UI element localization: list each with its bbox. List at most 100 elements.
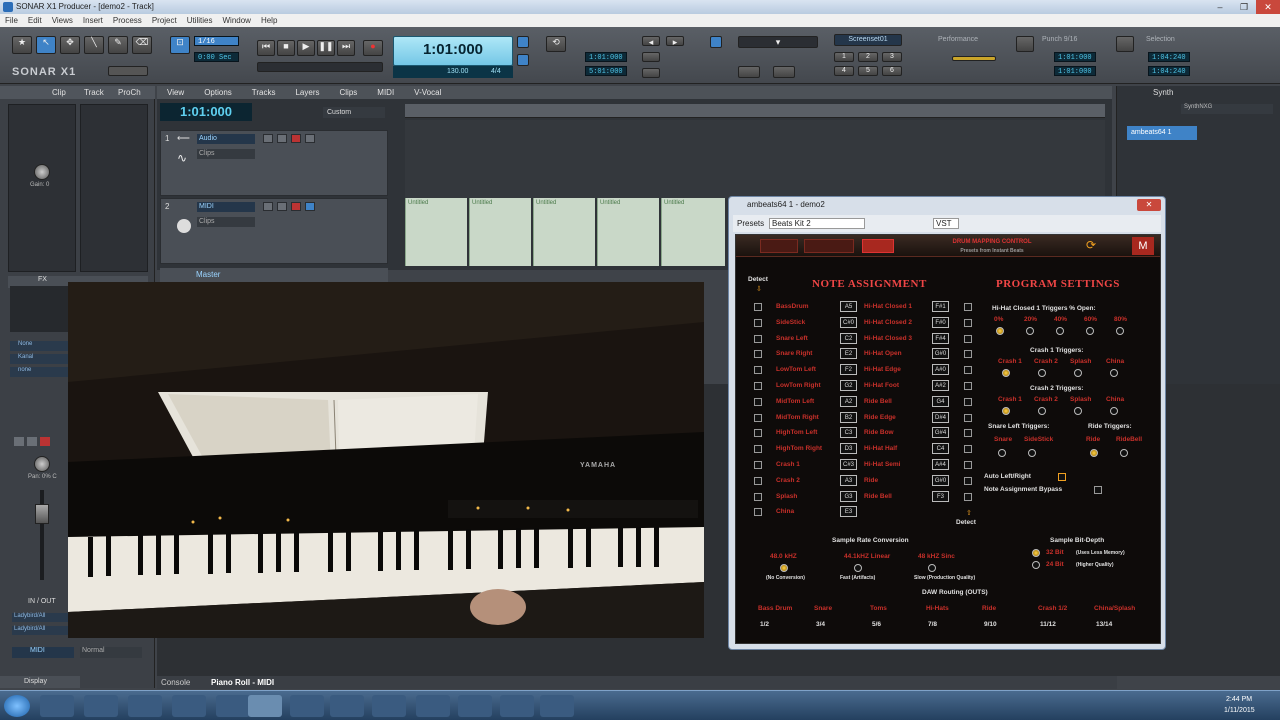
input-port[interactable]: Ladybird/All xyxy=(12,613,76,622)
track-view-custom-dropdown[interactable]: Custom xyxy=(323,107,385,118)
track-solo-button[interactable] xyxy=(277,202,287,211)
snare-option-radio[interactable] xyxy=(998,449,1006,457)
display-button[interactable]: Display xyxy=(0,676,80,688)
tempo-value[interactable]: 130.00 xyxy=(447,66,468,78)
right-detect-checkbox[interactable] xyxy=(964,445,972,454)
midi-clip[interactable]: Untitled xyxy=(597,198,659,266)
pdc-button[interactable] xyxy=(642,52,660,62)
right-detect-checkbox[interactable] xyxy=(964,318,972,327)
right-note-box[interactable]: F#0 xyxy=(932,316,949,328)
mix-button-a[interactable] xyxy=(738,66,760,78)
plugin-format[interactable]: VST xyxy=(933,218,959,229)
plugin-close-button[interactable]: ✕ xyxy=(1137,199,1161,211)
taskbar-app-13[interactable] xyxy=(540,695,574,717)
screenset-5[interactable]: 5 xyxy=(858,66,878,76)
draw-tool-button[interactable]: ✎ xyxy=(108,36,128,54)
arm-button[interactable] xyxy=(40,437,50,446)
pause-button[interactable]: ❚❚ xyxy=(317,40,335,56)
daw-out-value[interactable]: 7/8 xyxy=(928,621,937,628)
metronome-toggle[interactable] xyxy=(517,36,529,48)
left-detect-checkbox[interactable] xyxy=(754,303,762,311)
taskbar-chrome2-icon[interactable] xyxy=(372,695,406,717)
selection-end[interactable]: 1:04:240 xyxy=(1148,66,1190,76)
clock-date[interactable]: 1/11/2015 xyxy=(1224,707,1255,714)
right-note-box[interactable]: A#0 xyxy=(932,364,949,376)
hihat-percent-radio[interactable] xyxy=(1116,327,1124,335)
track-menu-tracks[interactable]: Tracks xyxy=(242,86,286,99)
right-detect-checkbox[interactable] xyxy=(964,303,972,311)
sample-rate-radio[interactable] xyxy=(780,564,788,572)
right-note-box[interactable]: G#0 xyxy=(932,474,949,486)
right-note-box[interactable]: G4 xyxy=(932,395,949,407)
track-mute-button[interactable] xyxy=(263,202,273,211)
marker-next-button[interactable]: ▸ xyxy=(666,36,684,47)
record-button[interactable]: ● xyxy=(363,40,383,56)
left-note-box[interactable]: C#3 xyxy=(840,459,857,470)
track-name[interactable]: MIDI xyxy=(197,202,255,212)
screenset-6[interactable]: 6 xyxy=(882,66,902,76)
mix-recall-button[interactable] xyxy=(642,68,660,78)
trigger-option-radio[interactable] xyxy=(1074,369,1082,377)
hihat-percent-radio[interactable] xyxy=(996,327,1004,335)
trigger-option-radio[interactable] xyxy=(1002,369,1010,377)
tab-track[interactable]: Track xyxy=(84,86,104,99)
close-button[interactable]: ✕ xyxy=(1256,0,1280,14)
minimize-button[interactable]: – xyxy=(1208,0,1232,14)
track-arm-button[interactable] xyxy=(291,134,301,143)
mix-dropdown[interactable]: ▾ xyxy=(738,36,818,48)
timeline-ruler[interactable] xyxy=(405,104,1105,118)
output-port[interactable]: Ladybird/All xyxy=(12,626,76,635)
right-note-box[interactable]: F#1 xyxy=(932,301,949,312)
left-detect-checkbox[interactable] xyxy=(754,318,762,327)
left-detect-checkbox[interactable] xyxy=(754,350,762,359)
punch-start[interactable]: 1:01:000 xyxy=(1054,52,1096,62)
refresh-icon[interactable]: ⟳ xyxy=(1086,238,1096,252)
synth-dropdown[interactable]: SynthNXG xyxy=(1181,104,1273,114)
mix-button-b[interactable] xyxy=(773,66,795,78)
screenset-dropdown[interactable]: Screenset01 xyxy=(834,34,902,46)
input-dropdown-3[interactable]: none xyxy=(10,367,68,377)
left-note-box[interactable]: A5 xyxy=(840,301,857,312)
right-detect-checkbox[interactable] xyxy=(964,476,972,485)
right-detect-checkbox[interactable] xyxy=(964,334,972,343)
midi-clip[interactable]: Untitled xyxy=(405,198,467,266)
left-note-box[interactable]: C3 xyxy=(840,427,857,439)
screenset-2[interactable]: 2 xyxy=(858,52,878,62)
trigger-option-radio[interactable] xyxy=(1038,369,1046,377)
menu-help[interactable]: Help xyxy=(256,14,282,27)
sample-rate-radio[interactable] xyxy=(928,564,936,572)
track-arm-button[interactable] xyxy=(291,202,301,211)
daw-out-value[interactable]: 1/2 xyxy=(760,621,769,628)
left-note-box[interactable]: A2 xyxy=(840,395,857,407)
taskbar-firefox-icon[interactable] xyxy=(128,695,162,717)
daw-out-value[interactable]: 11/12 xyxy=(1040,621,1056,628)
smart-tool-button[interactable]: ★ xyxy=(12,36,32,54)
left-detect-checkbox[interactable] xyxy=(754,366,762,375)
right-detect-checkbox[interactable] xyxy=(964,382,972,390)
trigger-option-radio[interactable] xyxy=(1038,407,1046,415)
daw-out-value[interactable]: 5/6 xyxy=(872,621,881,628)
track-clips-dropdown[interactable]: Clips xyxy=(197,217,255,227)
track-solo-button[interactable] xyxy=(277,134,287,143)
right-note-box[interactable]: A#2 xyxy=(932,380,949,391)
menu-process[interactable]: Process xyxy=(108,14,147,27)
note-bypass-checkbox[interactable] xyxy=(1094,486,1102,494)
countin-toggle[interactable] xyxy=(517,54,529,66)
track-midi[interactable]: 2 MIDI Clips xyxy=(160,198,388,264)
track-audio[interactable]: 1 ⟵ Audio Clips ∿ xyxy=(160,130,388,196)
menu-utilities[interactable]: Utilities xyxy=(182,14,218,27)
track-name[interactable]: Audio xyxy=(197,134,255,144)
left-detect-checkbox[interactable] xyxy=(754,413,762,422)
selection-toggle-button[interactable] xyxy=(1116,36,1134,52)
hihat-percent-radio[interactable] xyxy=(1086,327,1094,335)
track-input-echo-button[interactable] xyxy=(305,202,315,211)
rewind-start-button[interactable]: ⏮ xyxy=(257,40,275,56)
normal-dropdown[interactable]: Normal xyxy=(80,647,142,658)
midi-clip[interactable]: Untitled xyxy=(469,198,531,266)
taskbar-app-8[interactable] xyxy=(330,695,364,717)
audio-track-lane[interactable] xyxy=(405,120,1105,198)
taskbar-explorer-icon[interactable] xyxy=(290,695,324,717)
track-mute-button[interactable] xyxy=(263,134,273,143)
move-tool-button[interactable]: ✥ xyxy=(60,36,80,54)
track-input-echo-button[interactable] xyxy=(305,134,315,143)
